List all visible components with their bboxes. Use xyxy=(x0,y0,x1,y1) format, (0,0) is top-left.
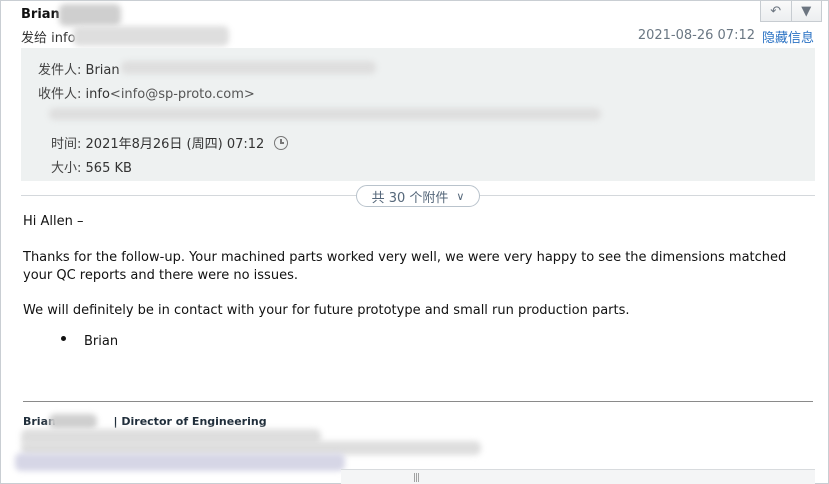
history-clock-icon[interactable] xyxy=(274,136,289,150)
to-label: 收件人: xyxy=(38,87,82,102)
redacted-recipient xyxy=(73,26,229,46)
from-row: 发件人: Brian xyxy=(38,59,120,78)
to-prefix: 发给 xyxy=(21,31,48,46)
scrollbar-grip-icon[interactable]: ||| xyxy=(413,473,420,483)
time-row: 时间: 2021年8月26日 (周四) 07:12 xyxy=(51,133,289,152)
reply-arrow-icon: ↶ xyxy=(770,3,782,19)
to-detail-name: info xyxy=(85,87,110,102)
dropdown-triangle-icon: ▼ xyxy=(801,3,812,19)
redacted-signature-block-3 xyxy=(15,453,345,471)
from-name: Brian xyxy=(85,63,120,78)
to-row: 收件人: info<info@sp-proto.com> xyxy=(38,83,255,102)
reply-toolbar: ↶ ▼ xyxy=(760,1,822,22)
size-value: 565 KB xyxy=(85,161,132,176)
redacted-signature-surname xyxy=(49,414,97,429)
message-details-panel: 发件人: Brian 收件人: info<info@sp-proto.com> … xyxy=(21,48,815,181)
attachments-label: 共 30 个附件 xyxy=(371,190,449,206)
from-label: 发件人: xyxy=(38,63,82,78)
time-label: 时间: xyxy=(51,137,82,152)
recipient-line: 发给 info xyxy=(21,27,76,46)
email-reader: Brian 发给 info 2021-08-26 07:12 隐藏信息 ↶ ▼ … xyxy=(0,0,829,484)
redacted-from-address xyxy=(121,61,376,74)
bullet-dot xyxy=(61,336,66,341)
sender-name: Brian xyxy=(21,7,60,22)
more-actions-button[interactable]: ▼ xyxy=(790,1,822,21)
time-value: 2021年8月26日 (周四) 07:12 xyxy=(85,137,265,152)
size-row: 大小: 565 KB xyxy=(51,157,132,176)
to-name: info xyxy=(51,31,76,46)
redacted-sender-surname xyxy=(59,4,121,26)
email-date: 2021-08-26 07:12 xyxy=(637,28,755,43)
signature-divider xyxy=(23,401,813,402)
body-paragraph-1: Thanks for the follow-up. Your machined … xyxy=(23,250,787,283)
redacted-cc-list xyxy=(49,108,601,120)
signature-title: | Director of Engineering xyxy=(113,415,267,428)
to-address: <info@sp-proto.com> xyxy=(109,87,255,102)
size-label: 大小: xyxy=(51,161,82,176)
body-paragraph-2: We will definitely be in contact with yo… xyxy=(23,303,630,318)
hide-info-link[interactable]: 隐藏信息 xyxy=(762,27,814,46)
attachments-toggle[interactable]: 共 30 个附件 ∨ xyxy=(356,185,480,207)
greeting: Hi Allen – xyxy=(23,214,84,229)
reply-button[interactable]: ↶ xyxy=(761,1,791,21)
bullet-item: Brian xyxy=(84,334,119,349)
double-chevron-down-icon: ∨ xyxy=(456,189,465,203)
